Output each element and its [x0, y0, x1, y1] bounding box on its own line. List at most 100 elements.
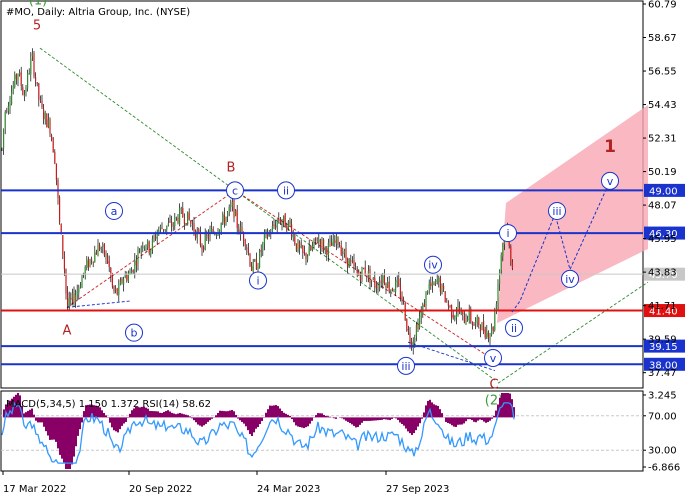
price-tick-label: 52.31: [648, 134, 677, 145]
candle-down: [391, 288, 393, 291]
candle-down: [463, 315, 465, 323]
candle-up: [318, 239, 320, 242]
candle-down: [65, 269, 67, 294]
candle-up: [27, 72, 29, 89]
candle-up: [465, 320, 467, 325]
candle-up: [227, 212, 229, 217]
candle-up: [441, 284, 443, 293]
candle-down: [55, 163, 57, 180]
candle-down: [249, 253, 251, 266]
candle-down: [423, 304, 425, 307]
level-tag-text: 49.00: [649, 186, 678, 197]
candle-down: [113, 286, 115, 291]
candle-up: [335, 235, 337, 244]
candle-up: [204, 233, 206, 249]
candle-up: [222, 214, 224, 222]
candle-up: [500, 254, 502, 271]
candle-down: [255, 258, 257, 270]
candle-up: [231, 201, 233, 207]
candle-down: [188, 212, 190, 220]
candle-down: [244, 240, 246, 246]
candle-down: [36, 82, 38, 84]
candle-down: [364, 267, 366, 275]
candle-down: [223, 213, 225, 224]
price-tick-label: 41.71: [648, 301, 677, 312]
candle-up: [414, 338, 416, 343]
candle-down: [374, 277, 376, 288]
candle-down: [54, 152, 56, 164]
candle-up: [84, 266, 86, 275]
candle-up: [363, 268, 365, 270]
candle-up: [497, 285, 499, 304]
candle-up: [428, 283, 430, 290]
candle-down: [87, 259, 89, 268]
wave-label-v: v: [490, 352, 497, 365]
candle-down: [404, 302, 406, 321]
candle-down: [63, 255, 65, 270]
candle-down: [171, 222, 173, 227]
chart-title: #MO, Daily: Altria Group, Inc. (NYSE): [6, 7, 190, 18]
candle-up: [220, 222, 222, 231]
candle-up: [119, 280, 121, 285]
candle-up: [118, 284, 120, 296]
candle-down: [177, 217, 179, 223]
candle-up: [47, 119, 49, 128]
candle-down: [473, 323, 475, 326]
candle-up: [143, 246, 145, 249]
candle-down: [163, 229, 165, 231]
candle-up: [455, 313, 457, 318]
candle-down: [452, 315, 454, 319]
candle-down: [406, 319, 408, 331]
candle-up: [292, 234, 294, 238]
time-tick-label: 20 Sep 2022: [129, 484, 192, 495]
price-tick-label: 43.83: [648, 268, 677, 279]
candle-up: [137, 250, 139, 264]
candle-up: [276, 219, 278, 227]
candle-up: [166, 225, 168, 230]
candle-up: [235, 210, 237, 216]
candle-up: [476, 317, 478, 323]
candle-up: [502, 243, 504, 257]
candle-up: [211, 228, 213, 233]
candle-down: [478, 317, 480, 326]
candle-up: [348, 258, 350, 268]
candle-down: [91, 259, 93, 262]
candle-down: [275, 225, 277, 228]
candle-down: [433, 283, 435, 285]
candle-down: [183, 218, 185, 224]
wave-label-iii: iii: [552, 205, 561, 218]
candle-down: [92, 261, 94, 263]
candle-up: [71, 293, 73, 300]
wave-label-A: A: [63, 324, 72, 339]
candle-up: [3, 128, 5, 149]
candle-up: [422, 305, 424, 314]
candle-up: [307, 255, 309, 261]
candle-down: [247, 248, 249, 253]
candle-up: [14, 74, 16, 88]
candle-down: [33, 53, 35, 76]
candle-down: [155, 237, 157, 240]
indicator-tick-label: -6.866: [648, 463, 680, 474]
candle-up: [311, 245, 313, 251]
candle-up: [159, 226, 161, 229]
candle-down: [190, 220, 192, 224]
candle-up: [230, 206, 232, 207]
candle-up: [17, 73, 19, 80]
candle-down: [46, 113, 48, 128]
candle-up: [281, 222, 283, 224]
candle-down: [409, 332, 411, 342]
wave-label-a: a: [111, 205, 118, 218]
candle-down: [284, 213, 286, 228]
candle-down: [403, 300, 405, 302]
candle-down: [273, 224, 275, 227]
candle-down: [121, 278, 123, 283]
candle-down: [340, 245, 342, 255]
candle-down: [110, 267, 112, 278]
candle-up: [283, 215, 285, 222]
candle-up: [105, 254, 107, 258]
candle-up: [228, 206, 230, 212]
candle-up: [9, 102, 11, 108]
wave-label-v: v: [607, 175, 614, 188]
candle-down: [95, 252, 97, 255]
candle-up: [86, 260, 88, 268]
